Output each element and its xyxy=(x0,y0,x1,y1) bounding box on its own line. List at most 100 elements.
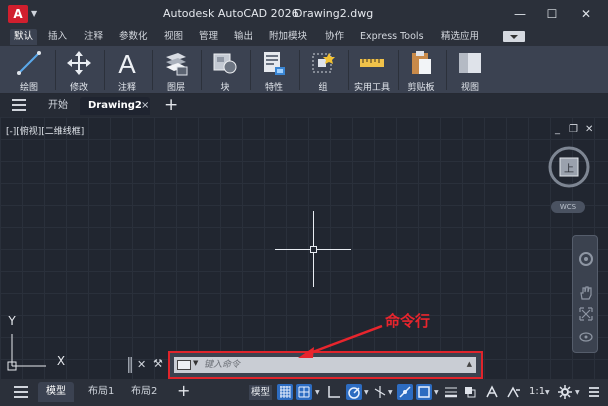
file-tab-bar: 开始 Drawing2 × + xyxy=(0,94,608,117)
grid-icon[interactable] xyxy=(277,384,293,400)
minimize-button[interactable]: — xyxy=(508,3,532,25)
snap-menu-caret-icon[interactable]: ▼ xyxy=(315,389,320,396)
workspace-gear-icon[interactable] xyxy=(557,384,573,400)
auto-scale-icon[interactable] xyxy=(506,384,522,400)
clipboard-button[interactable]: 剪贴板 xyxy=(398,48,444,93)
view-panel-icon xyxy=(459,53,481,73)
command-history-caret-icon[interactable]: ▼ xyxy=(193,359,198,367)
command-line-grip-icon[interactable] xyxy=(128,357,132,373)
tab-default[interactable]: 默认 xyxy=(10,29,38,45)
navigation-bar xyxy=(572,235,598,353)
file-title: Drawing2.dwg xyxy=(294,7,374,20)
close-button[interactable]: ✕ xyxy=(574,3,598,25)
draw-label: 绘图 xyxy=(19,83,38,93)
command-prompt-icon[interactable] xyxy=(177,360,191,370)
orbit-icon[interactable] xyxy=(578,329,594,345)
tab-collaborate[interactable]: 协作 xyxy=(325,29,344,45)
group-button[interactable]: 组 xyxy=(300,48,346,93)
tab-drawing2[interactable]: Drawing2 xyxy=(80,97,150,115)
tab-manage[interactable]: 管理 xyxy=(199,29,218,45)
ortho-icon[interactable] xyxy=(326,384,342,400)
block-button[interactable]: 块 xyxy=(202,48,248,93)
group-icon xyxy=(312,53,335,73)
annotation-button[interactable]: A 注释 xyxy=(104,48,150,93)
tab-output[interactable]: 输出 xyxy=(234,29,253,45)
steering-wheel-icon[interactable] xyxy=(578,251,594,267)
polar-menu-caret-icon[interactable]: ▼ xyxy=(364,389,369,396)
modify-button[interactable]: 修改 xyxy=(56,48,102,93)
customization-menu-icon[interactable] xyxy=(586,384,602,400)
tab-insert[interactable]: 插入 xyxy=(48,29,67,45)
block-icon xyxy=(213,53,237,74)
viewcube[interactable]: 上 xyxy=(547,145,591,189)
group-label: 组 xyxy=(318,83,328,93)
layers-button[interactable]: 图层 xyxy=(153,48,199,93)
wcs-menu[interactable]: WCS xyxy=(551,201,585,213)
tab-model[interactable]: 模型 xyxy=(38,382,74,402)
tab-express-tools[interactable]: Express Tools xyxy=(360,29,424,45)
autocad-logo-icon[interactable]: A xyxy=(8,5,28,23)
isodraft-icon[interactable] xyxy=(372,384,388,400)
command-expand-icon[interactable]: ▲ xyxy=(467,360,472,368)
polar-tracking-icon[interactable] xyxy=(346,384,362,400)
tab-view[interactable]: 视图 xyxy=(164,29,183,45)
layout-tabs-menu-icon[interactable] xyxy=(14,386,28,398)
ribbon-options-icon[interactable] xyxy=(503,31,525,42)
utilities-button[interactable]: 实用工具 xyxy=(348,48,396,93)
text-a-icon: A xyxy=(118,49,136,77)
tab-annotate[interactable]: 注释 xyxy=(84,29,103,45)
scale-menu-caret-icon[interactable]: ▼ xyxy=(545,389,550,396)
isodraft-menu-caret-icon[interactable]: ▼ xyxy=(388,389,393,396)
command-line-close-icon[interactable]: ✕ xyxy=(137,358,146,371)
tab-start[interactable]: 开始 xyxy=(48,97,68,115)
tab-featured-apps[interactable]: 精选应用 xyxy=(441,29,479,45)
layers-icon xyxy=(166,53,188,76)
osnap-menu-caret-icon[interactable]: ▼ xyxy=(434,389,439,396)
transparency-icon[interactable] xyxy=(462,384,478,400)
annotation-label: 注释 xyxy=(117,83,136,93)
draw-button[interactable]: 绘图 xyxy=(6,48,52,93)
clipboard-icon xyxy=(412,51,431,74)
command-line-annotation: 命令行 xyxy=(385,312,431,330)
zoom-extents-icon[interactable] xyxy=(578,306,594,322)
view-label: 视图 xyxy=(460,83,479,93)
viewport-restore-button[interactable]: ❐ xyxy=(569,124,578,135)
model-space-button[interactable]: 模型 xyxy=(249,385,273,400)
ribbon-panel: 绘图 修改 A 注释 图层 块 特性 组 实用工具 剪贴板 视图 xyxy=(0,46,608,94)
viewport-close-button[interactable]: ✕ xyxy=(585,124,593,135)
object-snap-tracking-icon[interactable] xyxy=(397,384,413,400)
utilities-label: 实用工具 xyxy=(353,83,390,93)
annotation-visibility-icon[interactable] xyxy=(484,384,500,400)
layers-label: 图层 xyxy=(166,83,185,93)
status-bar: 模型 布局1 布局2 + 模型 ▼ ▼ ▼ ▼ 1:1 ▼ ▼ xyxy=(0,379,608,406)
properties-button[interactable]: 特性 xyxy=(251,48,297,93)
maximize-button[interactable]: ☐ xyxy=(540,3,564,25)
annotation-scale[interactable]: 1:1 xyxy=(529,386,545,397)
svg-text:A: A xyxy=(118,49,136,77)
snap-icon[interactable] xyxy=(296,384,312,400)
object-snap-icon[interactable] xyxy=(416,384,432,400)
modify-label: 修改 xyxy=(69,83,88,93)
file-tabs-menu-icon[interactable] xyxy=(12,99,26,111)
app-menu-caret-icon[interactable]: ▼ xyxy=(31,9,37,18)
ribbon-tab-bar: 默认 插入 注释 参数化 视图 管理 输出 附加模块 协作 Express To… xyxy=(0,28,608,46)
tab-layout1[interactable]: 布局1 xyxy=(88,382,114,402)
new-tab-button[interactable]: + xyxy=(164,94,178,116)
viewport-minimize-button[interactable]: _ xyxy=(555,124,560,135)
ucs-x-label: X xyxy=(57,354,65,368)
command-line-customize-icon[interactable]: ⚒ xyxy=(153,357,163,370)
workspace-menu-caret-icon[interactable]: ▼ xyxy=(575,389,580,396)
move-icon xyxy=(67,51,91,75)
viewport-label[interactable]: [-][俯视][二维线框] xyxy=(6,124,84,137)
lineweight-icon[interactable] xyxy=(443,384,459,400)
view-button[interactable]: 视图 xyxy=(447,48,493,93)
tab-layout2[interactable]: 布局2 xyxy=(131,382,157,402)
ucs-icon: Y X xyxy=(7,314,65,371)
tab-addins[interactable]: 附加模块 xyxy=(269,29,307,45)
add-layout-button[interactable]: + xyxy=(177,380,190,402)
viewcube-face-label: 上 xyxy=(564,163,574,175)
pan-hand-icon[interactable] xyxy=(578,285,594,301)
ucs-y-label: Y xyxy=(7,314,16,328)
tab-parametric[interactable]: 参数化 xyxy=(119,29,148,45)
close-tab-icon[interactable]: × xyxy=(141,97,149,115)
